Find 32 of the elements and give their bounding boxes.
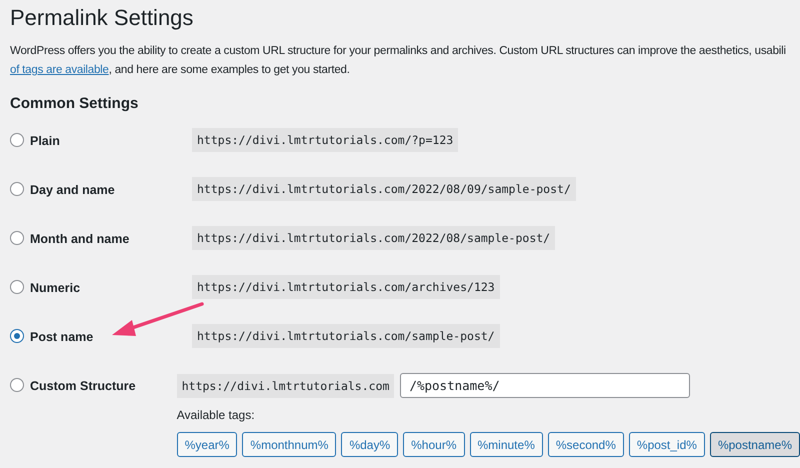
radio-button[interactable]: [10, 133, 24, 147]
option-label: Day and name: [30, 182, 115, 199]
radio-button[interactable]: [10, 378, 24, 392]
page-title: Permalink Settings: [10, 4, 194, 32]
radio-button[interactable]: [10, 329, 24, 343]
url-example: https://divi.lmtrtutorials.com/?p=123: [192, 128, 458, 152]
section-title: Common Settings: [10, 94, 140, 114]
structure-input[interactable]: /%postname%/: [400, 373, 690, 398]
tag-button[interactable]: %monthnum%: [242, 432, 336, 457]
tag-button[interactable]: %postname%: [710, 432, 800, 457]
tag-button[interactable]: %hour%: [403, 432, 464, 457]
tag-button[interactable]: %minute%: [470, 432, 543, 457]
option-label: Month and name: [30, 231, 130, 248]
option-label: Plain: [30, 133, 60, 150]
radio-button[interactable]: [10, 231, 24, 245]
intro-paragraph: WordPress offers you the ability to create a custom URL structure for your permalinks and archives. Custom URL structures can improve the aesthetics, usabili of tags are available, and here are some examples to get you started.: [10, 44, 787, 78]
option-label: Post name: [30, 329, 94, 346]
tag-button[interactable]: %post_id%: [628, 432, 705, 457]
tags-label: Available tags:: [176, 408, 256, 422]
tags-link[interactable]: of tags are available: [10, 64, 109, 76]
option-label: Custom Structure: [30, 378, 136, 395]
url-example: https://divi.lmtrtutorials.com/archives/123: [192, 275, 500, 299]
tag-button[interactable]: %second%: [548, 432, 624, 457]
url-prefix: https://divi.lmtrtutorials.com: [176, 374, 394, 398]
radio-button[interactable]: [10, 182, 24, 196]
option-label: Numeric: [30, 280, 80, 297]
url-example: https://divi.lmtrtutorials.com/2022/08/sample-post/: [192, 226, 556, 250]
url-example: https://divi.lmtrtutorials.com/sample-post/: [192, 324, 500, 348]
radio-button[interactable]: [10, 280, 24, 294]
url-example: https://divi.lmtrtutorials.com/2022/08/09/sample-post/: [192, 177, 576, 201]
tag-button[interactable]: %year%: [176, 432, 238, 457]
tag-button[interactable]: %day%: [341, 432, 398, 457]
